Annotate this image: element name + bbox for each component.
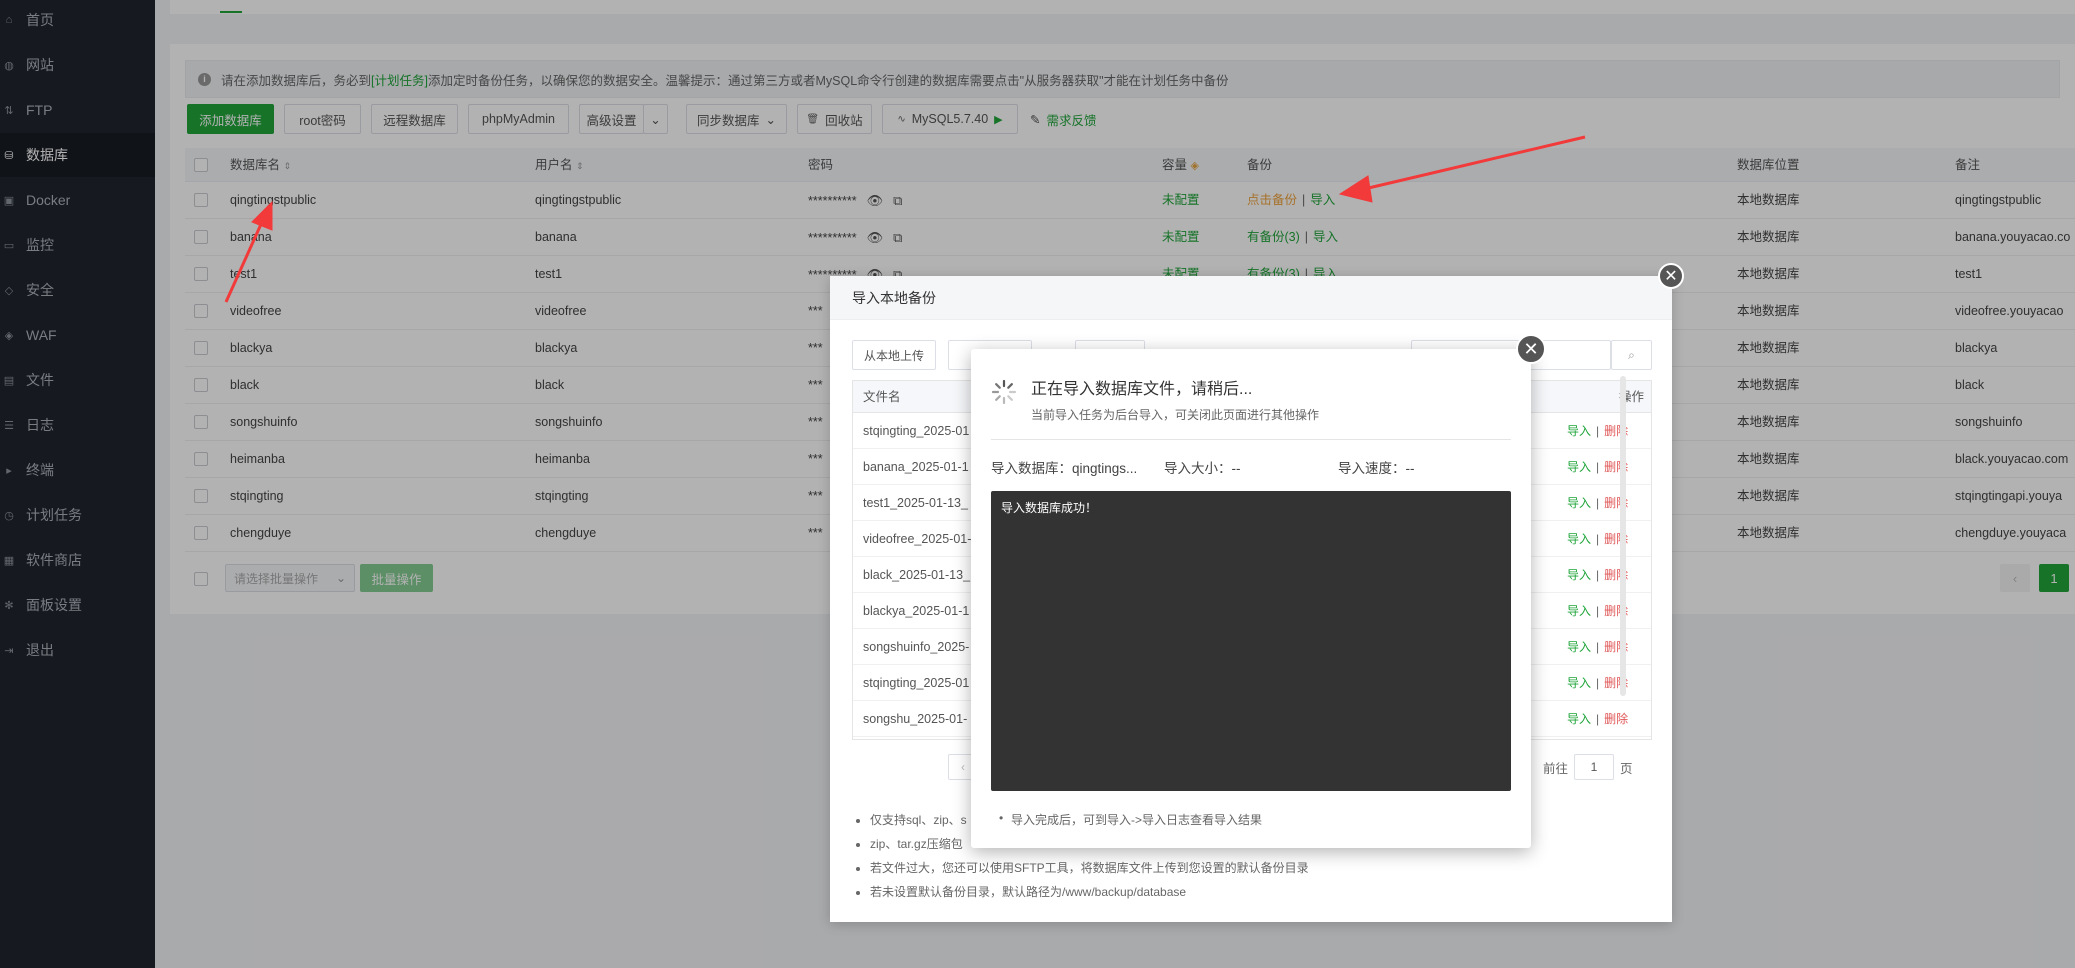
import-speed-label: 导入速度：	[1338, 461, 1406, 476]
progress-title: 正在导入数据库文件，请稍后...	[1031, 381, 1253, 398]
file-ops: 导入 | 删除	[1567, 449, 1628, 485]
file-table-scrollbar[interactable]	[1620, 376, 1626, 696]
file-import-link[interactable]: 导入	[1567, 424, 1591, 438]
import-size-label: 导入大小：	[1164, 461, 1232, 476]
import-progress-dialog: 正在导入数据库文件，请稍后... 当前导入任务为后台导入，可关闭此页面进行其他操…	[971, 349, 1531, 848]
separator: |	[1596, 676, 1600, 690]
import-modal-close-button[interactable]: ✕	[1658, 263, 1684, 289]
separator: |	[1596, 568, 1600, 582]
file-ops: 导入 | 删除	[1567, 665, 1628, 701]
backup-file-name: test1_2025-01-13_	[863, 496, 968, 510]
import-speed-value: --	[1405, 461, 1415, 476]
file-import-link[interactable]: 导入	[1567, 712, 1591, 726]
separator: |	[1596, 460, 1600, 474]
backup-file-name: songshu_2025-01-	[863, 712, 968, 726]
separator: |	[1596, 640, 1600, 654]
divider	[991, 439, 1511, 440]
file-import-link[interactable]: 导入	[1567, 460, 1591, 474]
backup-file-name: stqingting_2025-01	[863, 676, 970, 690]
backup-file-name: stqingting_2025-01	[863, 424, 970, 438]
goto-page-input[interactable]: 1	[1574, 754, 1615, 780]
file-import-link[interactable]: 导入	[1567, 604, 1591, 618]
search-icon: ⌕	[1628, 347, 1635, 362]
page-suffix: 页	[1620, 761, 1633, 776]
import-console-output: 导入数据库成功！	[991, 491, 1511, 791]
import-db-label: 导入数据库：	[991, 461, 1072, 476]
file-ops: 导入 | 删除	[1567, 413, 1628, 449]
import-db-info: 导入数据库：qingtings...	[991, 457, 1137, 477]
loading-spinner-icon	[991, 379, 1017, 405]
import-size-value: --	[1231, 461, 1241, 476]
file-import-link[interactable]: 导入	[1567, 676, 1591, 690]
backup-file-name: songshuinfo_2025-	[863, 640, 970, 654]
backup-file-name: blackya_2025-01-1	[863, 604, 970, 618]
goto-label: 前往	[1543, 761, 1569, 776]
goto-page: 前往 1 页	[1543, 754, 1633, 780]
note-item: 若文件过大，您还可以使用SFTP工具，将数据库文件上传到您设置的默认备份目录	[870, 856, 1309, 880]
file-ops: 导入 | 删除	[1567, 593, 1628, 629]
file-delete-link[interactable]: 删除	[1604, 712, 1628, 726]
progress-note: 导入完成后，可到导入->导入日志查看导入结果	[999, 811, 1262, 828]
separator: |	[1596, 532, 1600, 546]
note-item: 若未设置默认备份目录，默认路径为/www/backup/database	[870, 880, 1309, 904]
file-ops: 导入 | 删除	[1567, 521, 1628, 557]
import-db-value: qingtings...	[1072, 461, 1138, 476]
close-icon: ✕	[1523, 338, 1539, 359]
progress-close-button[interactable]: ✕	[1516, 334, 1546, 364]
progress-subtitle: 当前导入任务为后台导入，可关闭此页面进行其他操作	[1031, 408, 1320, 422]
backup-file-name: videofree_2025-01-	[863, 532, 972, 546]
file-import-link[interactable]: 导入	[1567, 640, 1591, 654]
file-import-link[interactable]: 导入	[1567, 568, 1591, 582]
separator: |	[1596, 496, 1600, 510]
close-icon: ✕	[1664, 268, 1678, 285]
import-speed-info: 导入速度：--	[1338, 457, 1415, 477]
file-ops: 导入 | 删除	[1567, 557, 1628, 593]
upload-local-button[interactable]: 从本地上传	[852, 340, 936, 370]
separator: |	[1596, 424, 1600, 438]
search-button[interactable]: ⌕	[1611, 340, 1652, 370]
col-filename-header: 文件名	[863, 390, 901, 404]
file-ops: 导入 | 删除	[1567, 629, 1628, 665]
backup-file-name: black_2025-01-13_	[863, 568, 971, 582]
file-ops: 导入 | 删除	[1567, 485, 1628, 521]
separator: |	[1596, 604, 1600, 618]
import-size-info: 导入大小：--	[1164, 457, 1241, 477]
backup-file-name: banana_2025-01-1	[863, 460, 969, 474]
file-ops: 导入 | 删除	[1567, 701, 1628, 737]
file-import-link[interactable]: 导入	[1567, 496, 1591, 510]
file-import-link[interactable]: 导入	[1567, 532, 1591, 546]
import-modal-title: 导入本地备份	[830, 276, 1672, 320]
separator: |	[1596, 712, 1600, 726]
